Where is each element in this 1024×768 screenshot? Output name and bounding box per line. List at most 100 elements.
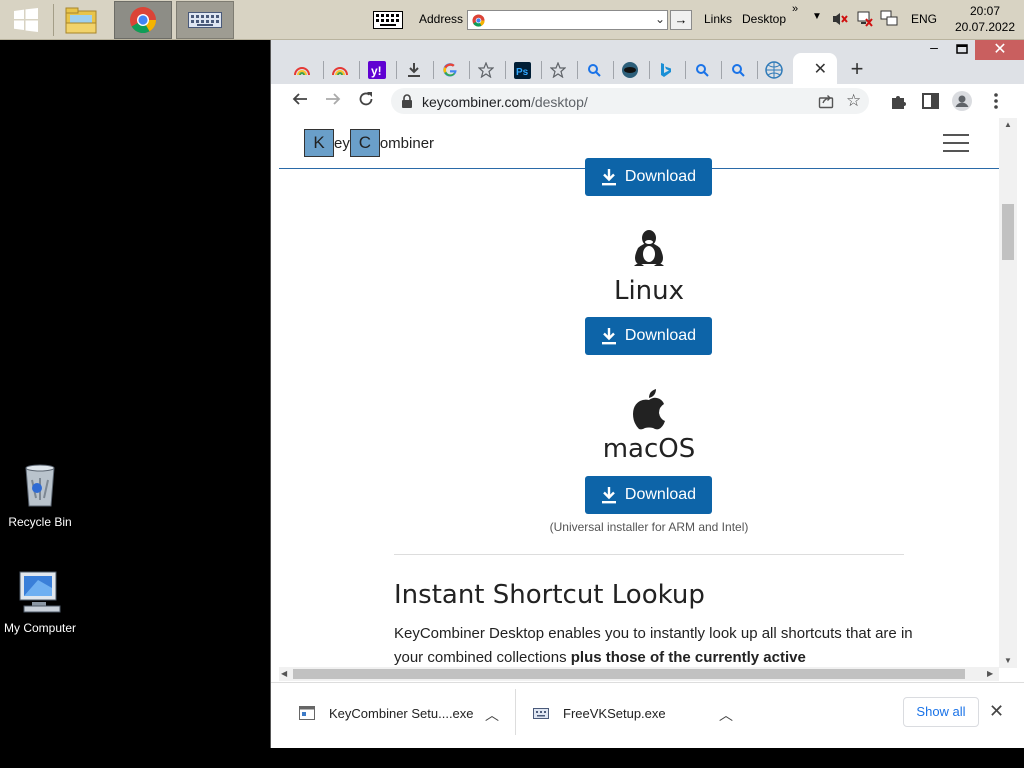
tab-1[interactable]	[285, 56, 319, 84]
star-outline-icon	[478, 62, 494, 78]
clock-time: 20:07	[969, 4, 1001, 18]
download-button-linux[interactable]: Download	[585, 317, 712, 355]
download-item[interactable]: FreeVKSetup.exe	[533, 683, 666, 743]
links-toolbar[interactable]: Links	[704, 12, 732, 26]
tab-7[interactable]: Ps	[505, 56, 539, 84]
tab-14[interactable]	[757, 56, 791, 84]
section-body-bold: plus those of the currently active	[570, 649, 806, 666]
toolbar-overflow-chevron[interactable]: »	[792, 3, 798, 15]
os-name-macos: macOS	[602, 434, 696, 464]
tab-active[interactable]: ✕	[793, 53, 837, 84]
chevron-down-icon[interactable]: ⌄	[655, 12, 665, 26]
svg-text:Ps: Ps	[516, 67, 529, 78]
download-button-macos[interactable]: Download	[585, 476, 712, 514]
language-indicator[interactable]: ENG	[911, 12, 937, 26]
arrow-left-icon	[292, 93, 307, 105]
tab-12[interactable]	[685, 56, 719, 84]
tab-10[interactable]	[613, 56, 647, 84]
download-icon	[601, 487, 616, 504]
tab-9[interactable]	[577, 56, 611, 84]
taskbar: Address ⌄ → Links Desktop » ▼ ENG 20:07 …	[0, 0, 1024, 40]
scroll-right-arrow[interactable]: ▶	[987, 669, 993, 678]
computer-icon	[19, 571, 61, 613]
hamburger-menu-icon[interactable]	[943, 134, 969, 152]
scroll-left-arrow[interactable]: ◀	[281, 669, 287, 678]
minimize-button[interactable]: –	[923, 40, 945, 58]
windows-logo-icon	[14, 8, 38, 32]
network-disconnected-icon[interactable]	[856, 10, 874, 28]
vertical-scrollbar-thumb[interactable]	[1002, 204, 1014, 260]
tab-5[interactable]	[433, 56, 467, 84]
logo-key-c: C	[349, 129, 380, 157]
address-input[interactable]: ⌄	[467, 10, 668, 30]
speaker-muted-icon[interactable]	[832, 11, 848, 27]
reload-button[interactable]	[355, 90, 377, 112]
kebab-menu-icon[interactable]	[985, 90, 1007, 112]
logo-text: ey	[334, 134, 350, 152]
forward-button[interactable]	[322, 90, 344, 112]
toolbar-menu-arrow[interactable]: ▼	[812, 11, 822, 22]
exe-file-icon	[299, 706, 315, 720]
horizontal-scrollbar[interactable]: ◀ ▶	[279, 667, 999, 681]
scroll-down-arrow[interactable]: ▼	[1004, 656, 1012, 665]
clock-date: 20.07.2022	[954, 20, 1016, 34]
url-text: keycombiner.com/desktop/	[422, 94, 588, 110]
tab-2[interactable]	[323, 56, 357, 84]
close-download-shelf-icon[interactable]: ✕	[989, 701, 1004, 722]
google-icon	[443, 63, 457, 77]
download-item[interactable]: KeyCombiner Setu....exe	[299, 683, 474, 743]
show-all-downloads-button[interactable]: Show all	[903, 697, 979, 727]
address-go-button[interactable]: →	[670, 10, 692, 30]
recycle-bin-icon	[25, 464, 55, 507]
section-divider	[394, 554, 904, 555]
desktop-icon-my-computer[interactable]: My Computer	[0, 570, 80, 635]
tab-strip: – ✕ y! Ps ✕ +	[271, 40, 1024, 84]
chrome-icon	[130, 7, 157, 34]
network-icon[interactable]	[880, 10, 898, 28]
taskbar-file-explorer[interactable]	[56, 1, 106, 39]
extensions-icon[interactable]	[888, 90, 910, 112]
scroll-up-arrow[interactable]: ▲	[1004, 120, 1012, 129]
taskbar-virtual-keyboard[interactable]	[176, 1, 234, 39]
download-shelf: KeyCombiner Setu....exe ︿ FreeVKSetup.ex…	[271, 682, 1024, 748]
keyboard-toolbar-icon[interactable]	[373, 11, 403, 29]
taskbar-chrome[interactable]	[114, 1, 172, 39]
star-outline-icon	[550, 62, 566, 78]
vertical-scrollbar[interactable]: ▲ ▼	[999, 118, 1017, 668]
clock[interactable]: 20:07 20.07.2022	[950, 3, 1020, 35]
url-bar[interactable]: keycombiner.com/desktop/ ☆	[391, 88, 869, 114]
close-window-button[interactable]: ✕	[975, 40, 1024, 60]
bookmark-star-icon[interactable]: ☆	[846, 91, 861, 111]
browser-toolbar: keycombiner.com/desktop/ ☆	[271, 84, 1024, 118]
download-button-label: Download	[624, 327, 697, 344]
start-button[interactable]	[0, 1, 52, 39]
tab-3[interactable]: y!	[360, 56, 394, 84]
desktop-icon-recycle-bin[interactable]: Recycle Bin	[0, 462, 80, 529]
taskbar-separator	[53, 4, 54, 36]
lock-icon[interactable]	[401, 94, 413, 108]
share-icon[interactable]	[818, 93, 834, 109]
download-button-windows[interactable]: Download	[585, 158, 712, 196]
profile-avatar-icon[interactable]	[951, 90, 973, 112]
tab-8[interactable]	[541, 56, 575, 84]
chevron-up-icon[interactable]: ︿	[485, 705, 499, 725]
desktop-toolbar[interactable]: Desktop	[742, 12, 786, 26]
os-name-linux: Linux	[613, 276, 685, 306]
tab-6[interactable]	[469, 56, 503, 84]
side-panel-icon[interactable]	[920, 90, 942, 112]
chevron-up-icon[interactable]: ︿	[719, 705, 733, 725]
tab-4[interactable]	[397, 56, 431, 84]
bing-icon	[661, 63, 671, 77]
tab-11[interactable]	[649, 56, 683, 84]
tab-13[interactable]	[721, 56, 755, 84]
arrow-right-icon	[326, 93, 341, 105]
desktop-icon-label: Recycle Bin	[8, 515, 72, 529]
keycombiner-logo[interactable]: K ey C ombiner	[304, 129, 434, 157]
close-tab-icon[interactable]: ✕	[814, 59, 827, 79]
horizontal-scrollbar-thumb[interactable]	[293, 669, 965, 679]
new-tab-button[interactable]: +	[843, 56, 871, 84]
globe-icon	[622, 62, 638, 78]
back-button[interactable]	[289, 90, 311, 112]
maximize-button[interactable]	[951, 42, 973, 58]
logo-text: ombiner	[379, 134, 435, 152]
